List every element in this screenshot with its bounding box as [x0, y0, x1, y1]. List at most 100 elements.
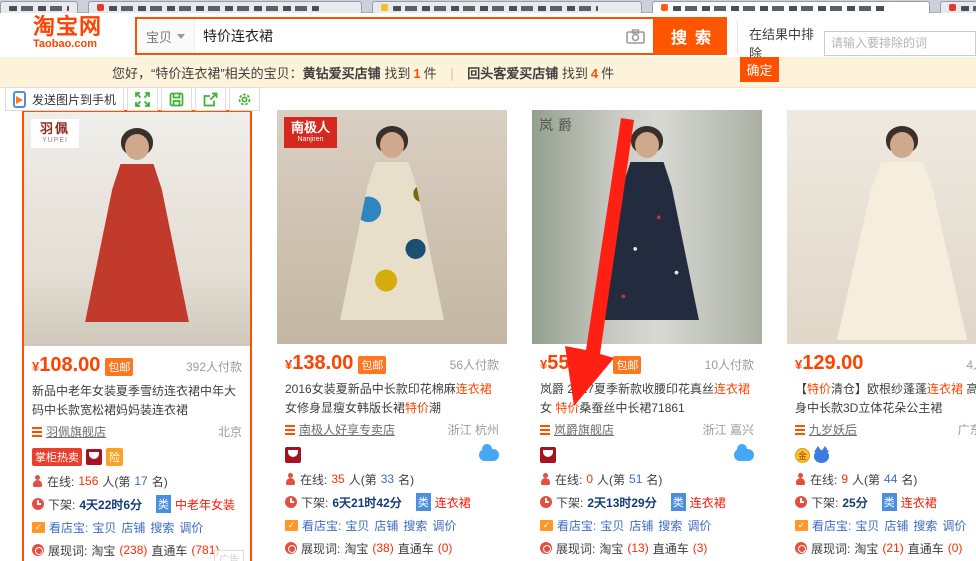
- product-title[interactable]: 【特价清仓】欧根纱蓬蓬连衣裙 高腰修身中长款3D立体花朵公主裙: [787, 375, 976, 418]
- product-grid: 羽佩 YUPEI ¥ 108.00 包邮 392人付款 新品中老年女装夏季雪纺连…: [22, 110, 976, 561]
- shop-link[interactable]: 九岁妖后: [809, 421, 857, 438]
- kandianbao-link[interactable]: 宝贝: [855, 519, 879, 533]
- notice-found-1: 找到: [384, 66, 410, 81]
- impression-taobao-count: (238): [119, 543, 147, 557]
- kandianbao-stat: ✓ 看店宝: 宝贝店铺搜索调价: [787, 512, 976, 535]
- product-photo[interactable]: 南极人 Nanjiren: [277, 110, 507, 344]
- brand-subname: Nanjiren: [291, 136, 330, 144]
- search-category-dropdown[interactable]: 宝贝: [137, 19, 195, 53]
- fullscreen-button[interactable]: [127, 87, 158, 111]
- product-card[interactable]: 岚爵 ¥ 559.00 包邮 10人付款 岚爵 2017夏季新款收腰印花真丝连衣…: [532, 110, 762, 561]
- tab-favicon: [97, 4, 104, 11]
- model-head: [635, 132, 659, 158]
- brand-name: 岚爵: [539, 117, 577, 133]
- product-card[interactable]: 羽佩 YUPEI ¥ 108.00 包邮 392人付款 新品中老年女装夏季雪纺连…: [22, 110, 252, 561]
- kandianbao-link[interactable]: 调价: [687, 519, 711, 533]
- online-label: 在线:: [47, 473, 74, 490]
- kandianbao-link[interactable]: 调价: [432, 519, 456, 533]
- product-photo[interactable]: 岚爵: [532, 110, 762, 344]
- shop-link[interactable]: 岚爵旗舰店: [554, 421, 614, 438]
- camera-icon[interactable]: [626, 29, 645, 44]
- browser-tab[interactable]: [940, 1, 976, 13]
- product-card[interactable]: 南极人 Nanjiren ¥ 138.00 包邮 56人付款 2016女装夏新品…: [277, 110, 507, 561]
- kandianbao-label: 看店宝:: [302, 517, 341, 534]
- impression-label: 展现词:: [811, 540, 850, 557]
- search-button[interactable]: 搜索: [655, 17, 727, 55]
- mail-check-icon: ✓: [795, 520, 808, 531]
- shop-link[interactable]: 南极人好享专卖店: [299, 421, 395, 438]
- online-count: 35: [331, 472, 344, 486]
- hot-sale-badge: 掌柜热卖: [32, 448, 82, 466]
- mail-check-icon: ✓: [285, 520, 298, 531]
- impression-ztc: 直通车: [398, 540, 434, 557]
- tab-title-smudge: [393, 6, 598, 11]
- free-shipping-badge: 包邮: [105, 358, 133, 376]
- send-to-phone-button[interactable]: 发送图片到手机: [5, 87, 124, 111]
- mail-check-icon: ✓: [540, 520, 553, 531]
- impression-taobao-count: (38): [372, 541, 393, 555]
- browser-tab[interactable]: [652, 1, 930, 13]
- product-card[interactable]: ¥ 129.00 4人付款 【特价清仓】欧根纱蓬蓬连衣裙 高腰修身中长款3D立体…: [787, 110, 976, 561]
- save-button[interactable]: [161, 87, 192, 111]
- logo-cn: 淘宝网: [33, 16, 102, 38]
- model-head: [890, 132, 914, 158]
- product-photo[interactable]: 羽佩 YUPEI: [24, 112, 250, 346]
- kandianbao-link[interactable]: 宝贝: [600, 519, 624, 533]
- currency-symbol: ¥: [795, 357, 802, 372]
- price-row: ¥ 559.00 包邮 10人付款: [532, 344, 762, 375]
- category-link[interactable]: 连衣裙: [690, 494, 726, 511]
- impression-label: 展现词:: [301, 540, 340, 557]
- shop-link[interactable]: 羽佩旗舰店: [46, 423, 106, 440]
- confirm-button[interactable]: 确定: [740, 57, 779, 82]
- kandianbao-link[interactable]: 搜索: [150, 521, 174, 535]
- dress-shape: [78, 164, 196, 322]
- kandianbao-link[interactable]: 店铺: [374, 519, 398, 533]
- tab-title-smudge: [673, 6, 888, 11]
- kandianbao-link[interactable]: 调价: [179, 521, 203, 535]
- kandianbao-link[interactable]: 宝贝: [345, 519, 369, 533]
- browser-tab[interactable]: [372, 1, 642, 13]
- taobao-logo[interactable]: 淘宝网 Taobao.com: [33, 16, 102, 50]
- search-input[interactable]: [195, 19, 626, 53]
- product-title[interactable]: 岚爵 2017夏季新款收腰印花真丝连衣裙女 特价桑蚕丝中长裙71861: [532, 375, 762, 418]
- browser-tab[interactable]: [88, 1, 362, 13]
- tab-favicon: [949, 4, 956, 11]
- impression-ztc: 直通车: [151, 542, 187, 559]
- kandianbao-link[interactable]: 店铺: [121, 521, 145, 535]
- product-title[interactable]: 新品中老年女装夏季雪纺连衣裙中年大码中长款宽松裙妈妈装连衣裙: [24, 377, 250, 420]
- search-box: 宝贝: [135, 17, 655, 55]
- online-stat: 在线:9人(第44名): [787, 466, 976, 489]
- online-suffix: 名): [398, 471, 414, 488]
- kandianbao-link[interactable]: 搜索: [658, 519, 682, 533]
- exclude-input[interactable]: [824, 31, 976, 56]
- browser-tab[interactable]: [0, 1, 78, 13]
- person-icon: [540, 473, 551, 486]
- product-photo[interactable]: [787, 110, 976, 344]
- person-icon: [795, 473, 806, 486]
- kandianbao-link[interactable]: 店铺: [629, 519, 653, 533]
- impression-taobao: 淘宝: [91, 542, 115, 559]
- kandianbao-stat: ✓ 看店宝: 宝贝店铺搜索调价: [24, 514, 250, 537]
- marketplace-fox-icon: [814, 450, 829, 463]
- impression-ztc: 直通车: [653, 540, 689, 557]
- category-link[interactable]: 连衣裙: [901, 494, 937, 511]
- notice-unit-1: 件: [424, 66, 437, 81]
- impression-taobao-count: (21): [882, 541, 903, 555]
- impression-taobao: 淘宝: [344, 540, 368, 557]
- kandianbao-link[interactable]: 店铺: [884, 519, 908, 533]
- paid-count: 4人付款: [966, 356, 976, 373]
- category-link[interactable]: 中老年女装: [175, 496, 235, 513]
- product-title[interactable]: 2016女装夏新品中长款印花棉麻连衣裙女修身显瘦女韩版长裙特价潮: [277, 375, 507, 418]
- settings-button[interactable]: [229, 87, 260, 111]
- kandianbao-link[interactable]: 搜索: [913, 519, 937, 533]
- gold-seller-badge: 金: [795, 448, 810, 463]
- category-badge: 类: [671, 493, 686, 511]
- price-row: ¥ 108.00 包邮 392人付款: [24, 346, 250, 377]
- kandianbao-link[interactable]: 搜索: [403, 519, 427, 533]
- send-to-phone-icon: [13, 91, 26, 108]
- category-link[interactable]: 连衣裙: [435, 494, 471, 511]
- kandianbao-label: 看店宝:: [49, 519, 88, 536]
- share-button[interactable]: [195, 87, 226, 111]
- kandianbao-link[interactable]: 调价: [942, 519, 966, 533]
- kandianbao-link[interactable]: 宝贝: [92, 521, 116, 535]
